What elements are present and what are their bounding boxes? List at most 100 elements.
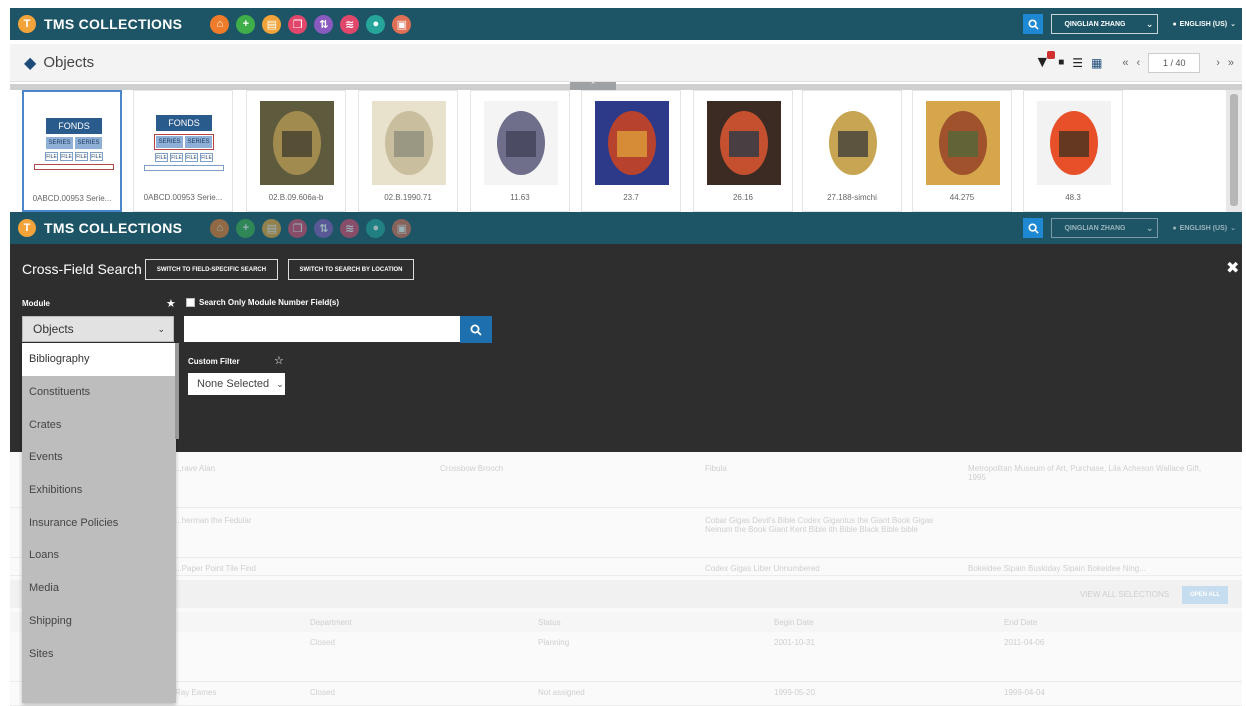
- module-option-media[interactable]: Media: [22, 572, 176, 605]
- single-view-icon[interactable]: ■: [1058, 57, 1064, 68]
- module-number-checkbox-row[interactable]: Search Only Module Number Field(s): [186, 298, 339, 307]
- grid-view-icon[interactable]: ▦: [1091, 56, 1102, 70]
- list-view-icon[interactable]: ☰: [1072, 56, 1083, 70]
- home-icon[interactable]: ⌂: [210, 14, 230, 34]
- module-option-exhibitions[interactable]: Exhibitions: [22, 474, 176, 507]
- series-box: SERIES: [185, 136, 212, 148]
- object-thumbnail[interactable]: 27.188-simchi: [802, 90, 902, 212]
- series-box: SERIES: [75, 137, 102, 149]
- filter-icon[interactable]: ▼: [1034, 50, 1056, 72]
- copy-icon[interactable]: ❐: [288, 14, 308, 34]
- chevron-down-icon: ⌄: [157, 323, 165, 334]
- first-page-icon[interactable]: «: [1122, 57, 1128, 69]
- language-selector[interactable]: ● ENGLISH (US) ⌄: [1172, 20, 1236, 29]
- file-box: FILE: [45, 152, 58, 161]
- view-selections-link[interactable]: VIEW ALL SELECTIONS: [1080, 590, 1169, 599]
- object-thumbnail[interactable]: 11.63: [470, 90, 570, 212]
- thumbnail-image: [590, 101, 674, 185]
- fonds-box: FONDS: [156, 115, 212, 131]
- language-selector-overlay: ● ENGLISH (US) ⌄: [1172, 224, 1236, 233]
- archival-hierarchy-diagram: FONDS SERIES SERIES FILE FILE FILE FILE: [32, 118, 116, 170]
- top-navigation-bar-overlay: T TMS COLLECTIONS ⌂ + ▤ ❐ ⇅ ≋ ● ▣ QINGLIAN ZHAN…: [10, 212, 1242, 244]
- chevron-up-icon: ⌃: [590, 82, 596, 89]
- brand[interactable]: T TMS COLLECTIONS: [18, 15, 182, 33]
- artwork-image: [484, 101, 558, 185]
- next-page-icon[interactable]: ›: [1216, 57, 1220, 69]
- close-icon[interactable]: ✖: [1226, 258, 1239, 278]
- dropdown-scrollbar[interactable]: [175, 343, 179, 439]
- user-menu-select-overlay: QINGLIAN ZHANG ⌄: [1051, 218, 1159, 238]
- star-icon[interactable]: ★: [166, 297, 176, 310]
- switch-location-button[interactable]: SWITCH TO SEARCH BY LOCATION: [288, 259, 414, 280]
- object-thumbnail[interactable]: 26.16: [693, 90, 793, 212]
- prev-page-icon[interactable]: ‹: [1137, 57, 1141, 69]
- module-option-events[interactable]: Events: [22, 441, 176, 474]
- series-row: SERIES SERIES: [46, 137, 102, 149]
- object-thumbnail[interactable]: 44.275: [912, 90, 1012, 212]
- object-thumbnail[interactable]: 02.B.1990.71: [358, 90, 458, 212]
- objects-header: ◆ Objects ▼ ■ ☰ ▦ « ‹ 1 / 40 › »: [10, 44, 1242, 82]
- page-input[interactable]: 1 / 40: [1148, 52, 1201, 73]
- background-results: ...rave Alan Crossbow Brooch Fibula Metr…: [10, 452, 1242, 706]
- module-option-crates[interactable]: Crates: [22, 408, 176, 441]
- screen-icon[interactable]: ▣: [392, 14, 412, 34]
- result-cell: Ray Eames: [175, 688, 217, 697]
- result-cell: 1999-05-20: [774, 688, 815, 697]
- object-thumbnail[interactable]: 02.B.09.606a-b: [246, 90, 346, 212]
- object-thumbnail[interactable]: FONDS SERIES SERIES FILE FILE FILE FILE 0ABC…: [133, 90, 233, 212]
- thumbnail-image: [255, 101, 339, 185]
- result-cell: Codex Gigas Liber Unnumbered: [705, 564, 820, 573]
- user-menu-select[interactable]: QINGLIAN ZHANG ⌄: [1051, 14, 1159, 34]
- module-option-constituents[interactable]: Constituents: [22, 376, 176, 409]
- switch-field-specific-button[interactable]: SWITCH TO FIELD-SPECIFIC SEARCH: [145, 259, 278, 280]
- scrollbar-thumb[interactable]: [1230, 94, 1238, 206]
- file-box: FILE: [200, 153, 213, 162]
- file-box: FILE: [75, 152, 88, 161]
- thumbnail-label: 02.B.09.606a-b: [268, 193, 324, 202]
- search-icon: [470, 324, 482, 336]
- module-option-insurance-policies[interactable]: Insurance Policies: [22, 506, 176, 539]
- layers-icon: ≋: [340, 218, 360, 238]
- document-icon[interactable]: ▤: [262, 14, 282, 34]
- module-option-bibliography[interactable]: Bibliography: [22, 343, 176, 376]
- series-box: SERIES: [156, 136, 183, 148]
- collapse-handle[interactable]: ⌃: [570, 82, 616, 90]
- result-cell: Planning: [538, 638, 570, 647]
- column-header: End Date: [1004, 618, 1038, 627]
- table-row: ...herman the Fedular Cobar Gigas Devil'…: [10, 508, 1242, 558]
- open-all-button[interactable]: OPEN ALL: [1182, 586, 1228, 604]
- archival-hierarchy-diagram: FONDS SERIES SERIES FILE FILE FILE FILE: [142, 115, 226, 171]
- column-header: Department: [310, 618, 352, 627]
- thumbnail-scrollbar[interactable]: [1226, 90, 1242, 212]
- module-option-sites[interactable]: Sites: [22, 637, 176, 670]
- sort-icon[interactable]: ⇅: [314, 14, 334, 34]
- module-select[interactable]: Objects ⌄: [22, 316, 174, 342]
- global-search-button[interactable]: [1023, 14, 1044, 34]
- document-icon: ▤: [262, 218, 282, 238]
- thumbnail-label: 02.B.1990.71: [384, 193, 432, 202]
- object-thumbnail[interactable]: FONDS SERIES SERIES FILE FILE FILE FILE 0ABC…: [22, 90, 122, 212]
- result-cell: Bokeidee Sipain Buskiday Sipain Bokeidee…: [968, 564, 1146, 573]
- fonds-box: FONDS: [46, 118, 102, 134]
- thumbnail-label: 23.7: [623, 193, 639, 202]
- search-submit-button[interactable]: [460, 316, 492, 343]
- artwork-image: [372, 101, 446, 185]
- home-icon: ⌂: [210, 218, 230, 238]
- module-option-shipping[interactable]: Shipping: [22, 605, 176, 638]
- info-icon[interactable]: ●: [366, 14, 386, 34]
- sort-icon: ⇅: [314, 218, 334, 238]
- object-thumbnail[interactable]: 23.7: [581, 90, 681, 212]
- search-input[interactable]: [184, 316, 460, 342]
- last-page-icon[interactable]: »: [1228, 57, 1234, 69]
- file-box: FILE: [155, 153, 168, 162]
- star-outline-icon[interactable]: ☆: [274, 354, 284, 367]
- module-number-checkbox[interactable]: [186, 298, 195, 307]
- custom-filter-select[interactable]: None Selected ⌄: [188, 373, 285, 395]
- module-option-loans[interactable]: Loans: [22, 539, 176, 572]
- highlight-outline: SERIES SERIES: [154, 134, 214, 150]
- add-icon[interactable]: +: [236, 14, 256, 34]
- search-icon: [1028, 18, 1039, 30]
- layers-icon[interactable]: ≋: [340, 14, 360, 34]
- result-cell: Not assigned: [538, 688, 585, 697]
- object-thumbnail[interactable]: 48.3: [1023, 90, 1123, 212]
